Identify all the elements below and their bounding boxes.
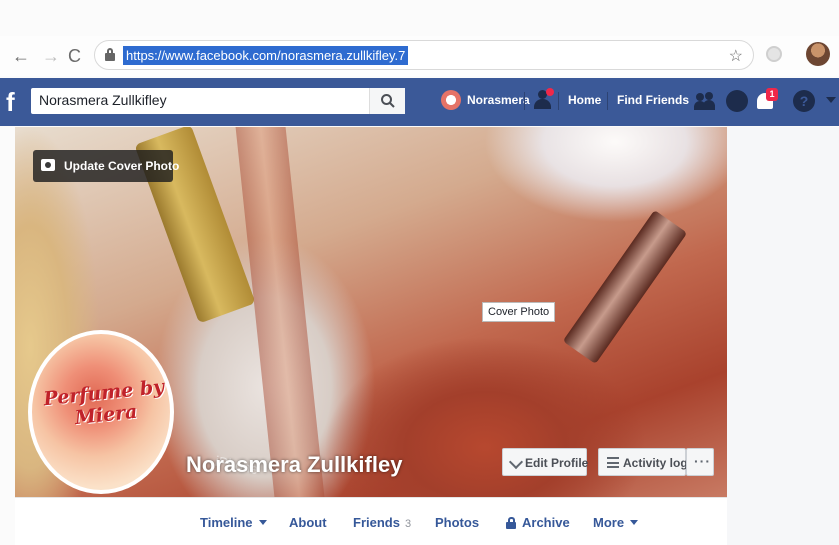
back-arrow-icon[interactable]: ← xyxy=(12,46,30,66)
account-menu-caret-icon[interactable] xyxy=(826,97,836,103)
profile-name[interactable]: Norasmera Zullkifley xyxy=(186,452,402,478)
find-friends-badge-icon[interactable] xyxy=(532,88,554,110)
browser-toolbar: ← → C https://www.facebook.com/norasmera… xyxy=(0,36,839,76)
bookmark-star-icon[interactable]: ☆ xyxy=(729,46,743,66)
home-link[interactable]: Home xyxy=(568,93,601,107)
profile-picture[interactable]: Perfume by Miera xyxy=(28,330,174,494)
facebook-top-bar: f Norasmera Zullkifley Norasmera Home Fi… xyxy=(0,78,839,126)
facebook-logo-icon[interactable]: f xyxy=(6,88,26,116)
cover-photo-tooltip: Cover Photo xyxy=(482,302,556,322)
friends-count: 3 xyxy=(404,518,412,530)
tab-photos[interactable]: Photos xyxy=(435,515,479,530)
search-icon xyxy=(381,94,395,108)
tab-more-label: More xyxy=(593,515,625,530)
tab-archive-label: Archive xyxy=(522,515,570,530)
help-icon[interactable]: ? xyxy=(793,90,815,112)
update-cover-photo-label: Update Cover Photo xyxy=(64,159,180,173)
chevron-down-icon xyxy=(630,520,639,525)
profile-picture-text: Perfume by Miera xyxy=(42,375,166,430)
tab-timeline-label: Timeline xyxy=(200,515,253,530)
extension-icon[interactable] xyxy=(766,46,782,62)
edit-profile-button[interactable]: Edit Profile xyxy=(502,448,589,476)
profile-tabs: Timeline About Friends 3 Photos Archive M… xyxy=(15,497,727,545)
more-dots-icon: ··· xyxy=(694,453,711,469)
more-options-button[interactable]: ··· xyxy=(686,448,714,476)
url-text[interactable]: https://www.facebook.com/norasmera.zullk… xyxy=(123,46,409,65)
tab-friends[interactable]: Friends 3 xyxy=(353,515,411,530)
update-cover-photo-button[interactable]: Update Cover Photo xyxy=(33,150,179,182)
nav-divider xyxy=(524,92,525,110)
search-input-value[interactable]: Norasmera Zullkifley xyxy=(39,92,167,108)
tab-friends-label: Friends xyxy=(353,515,400,530)
user-name-link[interactable]: Norasmera xyxy=(467,93,530,107)
right-column xyxy=(727,127,839,545)
forward-arrow-icon[interactable]: → xyxy=(42,46,60,66)
lock-icon xyxy=(506,517,516,529)
list-icon xyxy=(607,457,619,468)
reload-icon[interactable]: C xyxy=(68,46,81,66)
browser-profile-avatar[interactable] xyxy=(806,42,830,66)
search-button[interactable] xyxy=(369,88,405,114)
lock-icon xyxy=(105,48,115,61)
tab-about[interactable]: About xyxy=(289,515,327,530)
camera-icon xyxy=(41,159,55,171)
address-bar[interactable]: https://www.facebook.com/norasmera.zullk… xyxy=(94,40,754,70)
notifications-bell-icon[interactable]: 1 xyxy=(754,88,778,112)
pencil-icon xyxy=(508,454,524,470)
cover-decoration xyxy=(562,209,688,365)
tab-timeline[interactable]: Timeline xyxy=(200,515,267,530)
find-friends-link[interactable]: Find Friends xyxy=(617,93,689,107)
nav-divider xyxy=(607,92,608,110)
chevron-down-icon xyxy=(258,520,267,525)
friend-requests-icon[interactable] xyxy=(694,90,716,112)
tab-more[interactable]: More xyxy=(593,515,639,530)
activity-log-label: Activity log xyxy=(623,456,688,470)
nav-divider xyxy=(558,92,559,110)
cover-decoration xyxy=(235,127,325,497)
edit-profile-label: Edit Profile xyxy=(525,456,589,470)
tab-archive[interactable]: Archive xyxy=(506,515,570,530)
activity-log-button[interactable]: Activity log xyxy=(598,448,688,476)
notification-badge: 1 xyxy=(766,88,778,101)
messenger-icon[interactable] xyxy=(726,90,748,112)
search-field[interactable]: Norasmera Zullkifley xyxy=(31,88,405,114)
user-avatar[interactable] xyxy=(441,90,461,110)
